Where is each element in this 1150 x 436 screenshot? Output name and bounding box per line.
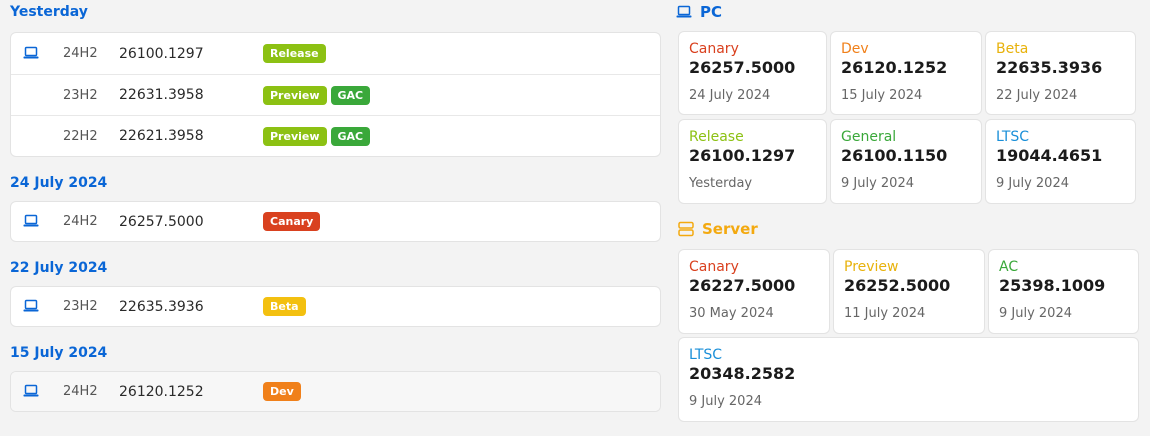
release-version: 24H2	[63, 384, 98, 399]
group-card: 24H2 26100.1297 Release 23H2 22631.3958 …	[10, 32, 661, 157]
tile-build: 26227.5000	[689, 276, 796, 295]
tile-date: 15 July 2024	[841, 88, 923, 103]
tile-date: 9 July 2024	[996, 176, 1069, 191]
release-build: 22621.3958	[119, 128, 204, 144]
tile-date: 9 July 2024	[689, 394, 762, 409]
group-title: Yesterday	[10, 4, 88, 20]
release-build: 26100.1297	[119, 45, 204, 62]
tile-date: 30 May 2024	[689, 306, 774, 321]
tile-channel-name: Beta	[996, 41, 1029, 57]
server-tile-preview[interactable]: Preview 26252.5000 11 July 2024	[833, 249, 985, 334]
laptop-icon	[23, 46, 39, 59]
tile-date: 22 July 2024	[996, 88, 1078, 103]
group-title: 15 July 2024	[10, 345, 108, 361]
tile-build: 26120.1252	[841, 58, 948, 77]
tile-channel-name: Release	[689, 129, 744, 145]
laptop-icon	[23, 299, 39, 312]
tile-build: 26252.5000	[844, 276, 951, 295]
tile-channel-name: Canary	[689, 41, 739, 57]
tile-date: 24 July 2024	[689, 88, 771, 103]
group-card: 24H2 26257.5000 Canary	[10, 201, 661, 242]
server-section-title: Server	[702, 220, 758, 238]
tile-build: 20348.2582	[689, 364, 796, 383]
channel-badge-preview: Preview	[263, 126, 327, 146]
channel-badge-preview: Preview	[263, 85, 327, 105]
pc-tile-general[interactable]: General 26100.1150 9 July 2024	[830, 119, 982, 204]
channel-badge-beta: Beta	[263, 297, 306, 316]
pc-tile-dev[interactable]: Dev 26120.1252 15 July 2024	[830, 31, 982, 115]
tile-channel-name: General	[841, 129, 897, 145]
release-build: 22635.3936	[119, 298, 204, 315]
release-version: 24H2	[63, 214, 98, 229]
tile-build: 26257.5000	[689, 58, 796, 77]
pc-section-header: PC	[676, 0, 722, 24]
channel-badge-gac: GAC	[330, 85, 371, 105]
release-build: 22631.3958	[119, 87, 204, 103]
release-row[interactable]: 22H2 22621.3958 Preview GAC	[11, 115, 660, 156]
release-version: 24H2	[63, 46, 98, 61]
server-icon	[678, 221, 694, 237]
release-row[interactable]: 23H2 22635.3936 Beta	[11, 287, 660, 326]
release-row[interactable]: 24H2 26100.1297 Release	[11, 33, 660, 74]
tile-date: 11 July 2024	[844, 306, 926, 321]
tile-channel-name: Dev	[841, 41, 869, 57]
group-title: 22 July 2024	[10, 260, 108, 276]
server-tile-ltsc[interactable]: LTSC 20348.2582 9 July 2024	[678, 337, 1139, 422]
pc-tile-ltsc[interactable]: LTSC 19044.4651 9 July 2024	[985, 119, 1136, 204]
pc-tile-release[interactable]: Release 26100.1297 Yesterday	[678, 119, 827, 204]
release-build: 26257.5000	[119, 213, 204, 230]
group-title: 24 July 2024	[10, 175, 108, 191]
pc-tile-beta[interactable]: Beta 22635.3936 22 July 2024	[985, 31, 1136, 115]
laptop-icon	[23, 384, 39, 397]
tile-channel-name: LTSC	[689, 347, 723, 363]
release-history-list: Yesterday 24H2 26100.1297 Release 23H2 2…	[10, 0, 661, 412]
pc-tile-canary[interactable]: Canary 26257.5000 24 July 2024	[678, 31, 827, 115]
tile-date: 9 July 2024	[841, 176, 914, 191]
channel-badge-canary: Canary	[263, 212, 321, 231]
tile-channel-name: Preview	[844, 259, 899, 275]
group-card: 24H2 26120.1252 Dev	[10, 371, 661, 412]
channel-badge-release: Release	[263, 44, 326, 63]
channel-badge-dev: Dev	[263, 382, 301, 401]
tile-channel-name: AC	[999, 259, 1019, 275]
server-section-header: Server	[678, 217, 758, 241]
server-tile-canary[interactable]: Canary 26227.5000 30 May 2024	[678, 249, 830, 334]
laptop-icon	[23, 214, 39, 227]
release-row[interactable]: 24H2 26257.5000 Canary	[11, 202, 660, 241]
tile-date: 9 July 2024	[999, 306, 1072, 321]
tile-build: 22635.3936	[996, 58, 1103, 77]
release-version: 23H2	[63, 299, 98, 314]
tile-build: 26100.1150	[841, 146, 948, 165]
tile-channel-name: Canary	[689, 259, 739, 275]
pc-section-title: PC	[700, 3, 723, 21]
group-card: 23H2 22635.3936 Beta	[10, 286, 661, 327]
tile-build: 25398.1009	[999, 276, 1106, 295]
release-row[interactable]: 24H2 26120.1252 Dev	[11, 372, 660, 411]
tile-build: 19044.4651	[996, 146, 1103, 165]
server-tile-ac[interactable]: AC 25398.1009 9 July 2024	[988, 249, 1139, 334]
tile-build: 26100.1297	[689, 146, 796, 165]
tile-channel-name: LTSC	[996, 129, 1030, 145]
release-version: 22H2	[63, 128, 98, 144]
laptop-icon	[676, 5, 692, 18]
channel-badge-gac: GAC	[330, 126, 371, 146]
release-version: 23H2	[63, 87, 98, 103]
release-row[interactable]: 23H2 22631.3958 Preview GAC	[11, 74, 660, 115]
tile-date: Yesterday	[689, 176, 753, 191]
release-build: 26120.1252	[119, 383, 204, 400]
